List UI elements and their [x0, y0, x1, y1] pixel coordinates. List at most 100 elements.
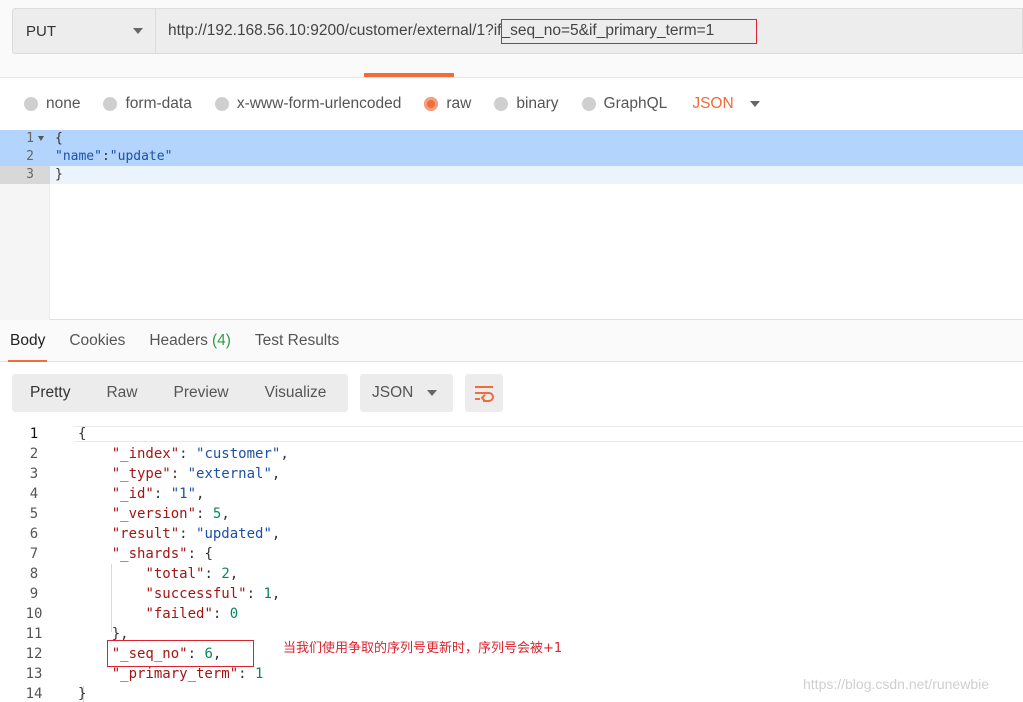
- radio-label: form-data: [125, 95, 192, 112]
- tab-cookies[interactable]: Cookies: [69, 320, 125, 362]
- json-key: "name": [55, 149, 102, 164]
- radio-form-data[interactable]: form-data: [103, 95, 192, 113]
- code-line: 6 "result": "updated",: [0, 524, 1023, 544]
- json-value: "customer": [196, 446, 281, 462]
- line-number: 4: [29, 486, 39, 502]
- json-separator: :: [187, 546, 205, 562]
- json-key: "_type": [111, 466, 171, 482]
- json-key: "_primary_term": [111, 666, 239, 682]
- json-value: 1: [255, 666, 264, 682]
- json-separator: :: [101, 149, 110, 164]
- annotation-note: 当我们使用争取的序列号更新时，序列号会被+1: [283, 641, 563, 656]
- code-text: "_version": 5,: [78, 504, 230, 524]
- chevron-down-icon: [749, 101, 760, 107]
- request-body-editor[interactable]: 1 { 2 "name":"update" 3 }: [0, 130, 1023, 320]
- radio-label: binary: [516, 95, 559, 112]
- radio-none[interactable]: none: [24, 95, 80, 113]
- json-separator: :: [179, 446, 197, 462]
- tab-body[interactable]: Body: [7, 320, 48, 363]
- json-value: "1": [170, 486, 197, 502]
- view-mode-visualize[interactable]: Visualize: [247, 374, 345, 412]
- line-number: 1: [29, 426, 39, 442]
- json-separator: :: [238, 666, 256, 682]
- line-number: 12: [25, 646, 43, 662]
- code-text: }: [78, 686, 87, 702]
- json-trailing-comma: ,: [271, 466, 281, 482]
- view-mode-raw[interactable]: Raw: [88, 374, 155, 412]
- response-toolbar: Pretty Raw Preview Visualize JSON: [0, 362, 1023, 426]
- code-line: 5 "_version": 5,: [0, 504, 1023, 524]
- chevron-down-icon: [133, 28, 143, 34]
- editor-line: 1 {: [0, 130, 1023, 148]
- request-tabs-row: [0, 70, 1023, 78]
- wrap-lines-button[interactable]: [465, 374, 503, 412]
- headers-count-badge: (4): [211, 331, 231, 349]
- radio-dot-icon: [581, 97, 596, 111]
- radio-dot-icon: [494, 97, 509, 111]
- json-trailing-comma: ,: [196, 486, 205, 502]
- line-number: 1: [26, 131, 34, 146]
- response-format-select[interactable]: JSON: [360, 374, 453, 412]
- request-url-bar: PUT http://192.168.56.10:9200/customer/e…: [0, 0, 1023, 70]
- response-format-label: JSON: [372, 384, 414, 401]
- json-value: {: [204, 546, 213, 562]
- radio-binary[interactable]: binary: [494, 95, 559, 113]
- json-key: "_index": [111, 446, 180, 462]
- json-value: "updated": [196, 526, 272, 542]
- watermark: https://blog.csdn.net/runewbie: [803, 676, 990, 692]
- code-text: }: [55, 167, 63, 182]
- code-text: "name":"update": [55, 148, 172, 166]
- json-key: "_shards": [111, 546, 188, 562]
- view-mode-pretty[interactable]: Pretty: [12, 374, 88, 412]
- tab-test-results[interactable]: Test Results: [255, 320, 339, 362]
- fold-arrow-icon[interactable]: [38, 136, 44, 141]
- code-text: "_id": "1",: [78, 484, 205, 504]
- query-params-highlight-box: [501, 19, 757, 44]
- code-text: {: [55, 131, 63, 146]
- json-value: "external": [187, 466, 272, 482]
- code-line: 3 "_type": "external",: [0, 464, 1023, 484]
- radio-label: x-www-form-urlencoded: [236, 95, 402, 112]
- json-trailing-comma: ,: [271, 586, 281, 602]
- json-key: "_id": [111, 486, 154, 502]
- code-line: 10 "failed": 0: [0, 604, 1023, 624]
- json-value: 1: [263, 586, 272, 602]
- line-number: 14: [25, 686, 43, 702]
- radio-dot-icon: [24, 97, 38, 111]
- json-value: 2: [221, 566, 230, 582]
- view-mode-label: Preview: [173, 384, 229, 401]
- editor-line: 3 }: [0, 166, 1023, 184]
- code-line: 2 "_index": "customer",: [0, 444, 1023, 464]
- code-line: 1{: [0, 424, 1023, 444]
- json-trailing-comma: ,: [221, 506, 230, 522]
- line-number: 9: [29, 586, 39, 602]
- view-mode-group: Pretty Raw Preview Visualize: [12, 374, 348, 412]
- line-number: 5: [29, 506, 39, 522]
- view-mode-label: Visualize: [264, 384, 327, 401]
- tab-label: Headers: [149, 331, 208, 349]
- json-trailing-comma: ,: [229, 566, 239, 582]
- raw-format-select[interactable]: JSON: [692, 95, 760, 113]
- code-text: "_index": "customer",: [78, 444, 289, 464]
- json-value: 0: [229, 606, 239, 622]
- code-text: "_type": "external",: [78, 464, 281, 484]
- seq-no-highlight-box: [107, 640, 254, 667]
- radio-graphql[interactable]: GraphQL: [581, 95, 667, 113]
- code-text: "_primary_term": 1: [78, 664, 264, 684]
- tab-headers[interactable]: Headers (4): [149, 320, 231, 362]
- view-mode-preview[interactable]: Preview: [156, 374, 247, 412]
- chevron-down-icon: [427, 390, 437, 396]
- method-select[interactable]: PUT: [12, 8, 156, 54]
- json-key: "_version": [111, 506, 197, 522]
- json-key: "failed": [145, 606, 213, 622]
- line-number: 3: [29, 466, 39, 482]
- radio-x-www-form-urlencoded[interactable]: x-www-form-urlencoded: [214, 95, 402, 113]
- radio-raw[interactable]: raw: [424, 95, 471, 113]
